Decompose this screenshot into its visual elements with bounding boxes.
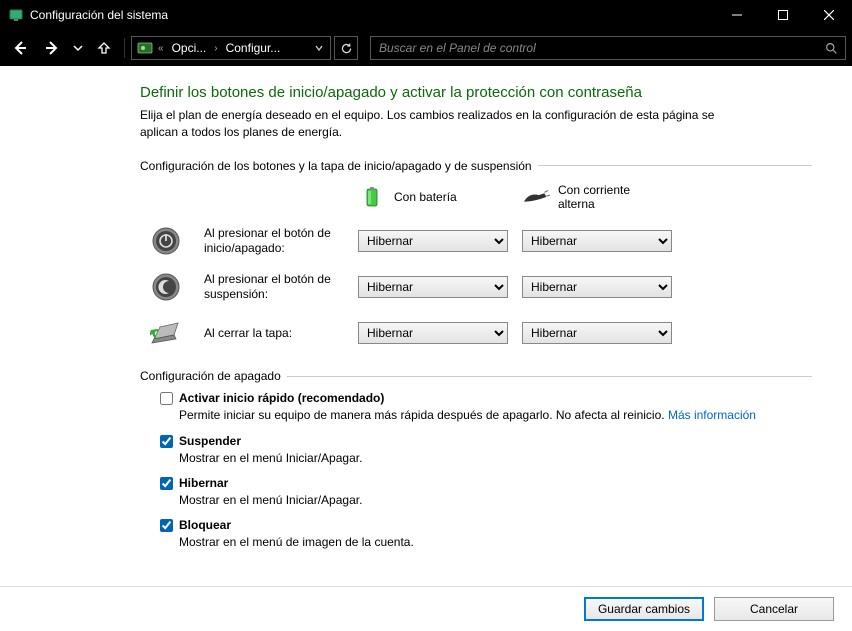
maximize-button[interactable]: [760, 0, 806, 30]
breadcrumb-segment[interactable]: Opci...: [166, 37, 213, 59]
shutdown-options-list: Activar inicio rápido (recomendado) Perm…: [160, 391, 812, 550]
back-button[interactable]: [6, 34, 34, 62]
column-header-battery: Con batería: [358, 186, 508, 208]
option-fast-startup: Activar inicio rápido (recomendado) Perm…: [160, 391, 812, 423]
option-description: Mostrar en el menú Iniciar/Apagar.: [179, 450, 812, 466]
breadcrumb[interactable]: « Opci... › Configur...: [131, 36, 331, 60]
chevron-right-icon[interactable]: ›: [212, 43, 219, 54]
select-sleep-ac[interactable]: No hacer nadaSuspenderHibernarApagar: [522, 276, 672, 298]
search-icon[interactable]: [817, 37, 845, 59]
search-box[interactable]: [370, 36, 846, 60]
select-sleep-battery[interactable]: No hacer nadaSuspenderHibernarApagar: [358, 276, 508, 298]
checkbox-hibernate[interactable]: [160, 477, 173, 490]
close-button[interactable]: [806, 0, 852, 30]
battery-icon: [358, 186, 386, 208]
ac-plug-icon: [522, 186, 550, 208]
sleep-button-icon: [150, 271, 182, 303]
power-button-icon: [150, 225, 182, 257]
column-header-battery-label: Con batería: [394, 190, 457, 204]
column-header-ac-label: Con corriente alterna: [558, 183, 630, 212]
option-suspend: Suspender Mostrar en el menú Iniciar/Apa…: [160, 434, 812, 466]
title-bar: Configuración del sistema: [0, 0, 852, 30]
recent-locations-button[interactable]: [70, 34, 86, 62]
option-hibernate-label[interactable]: Hibernar: [160, 476, 812, 490]
search-input[interactable]: [371, 41, 817, 55]
option-hibernate: Hibernar Mostrar en el menú Iniciar/Apag…: [160, 476, 812, 508]
breadcrumb-segment[interactable]: Configur...: [220, 37, 287, 59]
row-label-power: Al presionar el botón de inicio/apagado:: [204, 226, 344, 257]
content-area: Definir los botones de inicio/apagado y …: [0, 66, 852, 586]
minimize-button[interactable]: [714, 0, 760, 30]
column-header-ac: Con corriente alterna: [522, 183, 672, 212]
checkbox-fast-startup[interactable]: [160, 392, 173, 405]
save-button[interactable]: Guardar cambios: [584, 597, 704, 621]
up-button[interactable]: [90, 34, 118, 62]
option-description: Mostrar en el menú Iniciar/Apagar.: [179, 492, 812, 508]
laptop-lid-icon: [150, 317, 182, 349]
buttons-section-heading: Configuración de los botones y la tapa d…: [140, 159, 812, 173]
page-description: Elija el plan de energía deseado en el e…: [140, 107, 720, 141]
option-title: Suspender: [179, 434, 241, 448]
shutdown-section: Configuración de apagado Activar inicio …: [140, 369, 812, 550]
page-title: Definir los botones de inicio/apagado y …: [140, 84, 812, 101]
select-power-ac[interactable]: No hacer nadaSuspenderHibernarApagar: [522, 230, 672, 252]
select-lid-battery[interactable]: No hacer nadaSuspenderHibernarApagar: [358, 322, 508, 344]
option-title: Bloquear: [179, 518, 231, 532]
option-fast-startup-label[interactable]: Activar inicio rápido (recomendado): [160, 391, 812, 405]
navigation-bar: « Opci... › Configur...: [0, 30, 852, 66]
power-buttons-grid: Con batería Con corriente alterna Al pre…: [150, 183, 812, 350]
checkbox-lock[interactable]: [160, 519, 173, 532]
option-description: Mostrar en el menú de imagen de la cuent…: [179, 534, 812, 550]
forward-button[interactable]: [38, 34, 66, 62]
cancel-button[interactable]: Cancelar: [714, 597, 834, 621]
select-power-battery[interactable]: No hacer nadaSuspenderHibernarApagar: [358, 230, 508, 252]
nav-divider: [124, 38, 125, 58]
footer-bar: Guardar cambios Cancelar: [0, 586, 852, 631]
more-info-link[interactable]: Más información: [668, 408, 756, 422]
option-title: Hibernar: [179, 476, 228, 490]
option-title: Activar inicio rápido (recomendado): [179, 391, 384, 405]
control-panel-icon: [136, 39, 154, 57]
option-lock-label[interactable]: Bloquear: [160, 518, 812, 532]
row-label-lid: Al cerrar la tapa:: [204, 326, 344, 342]
checkbox-suspend[interactable]: [160, 435, 173, 448]
breadcrumb-dropdown-icon[interactable]: [310, 37, 328, 59]
refresh-button[interactable]: [334, 36, 358, 60]
chevron-right-icon[interactable]: «: [156, 43, 166, 54]
option-lock: Bloquear Mostrar en el menú de imagen de…: [160, 518, 812, 550]
option-description: Permite iniciar su equipo de manera más …: [179, 407, 812, 423]
row-label-sleep: Al presionar el botón de suspensión:: [204, 272, 344, 303]
shutdown-section-heading: Configuración de apagado: [140, 369, 812, 383]
select-lid-ac[interactable]: No hacer nadaSuspenderHibernarApagar: [522, 322, 672, 344]
app-icon: [8, 7, 24, 23]
window-title: Configuración del sistema: [30, 8, 168, 22]
option-suspend-label[interactable]: Suspender: [160, 434, 812, 448]
